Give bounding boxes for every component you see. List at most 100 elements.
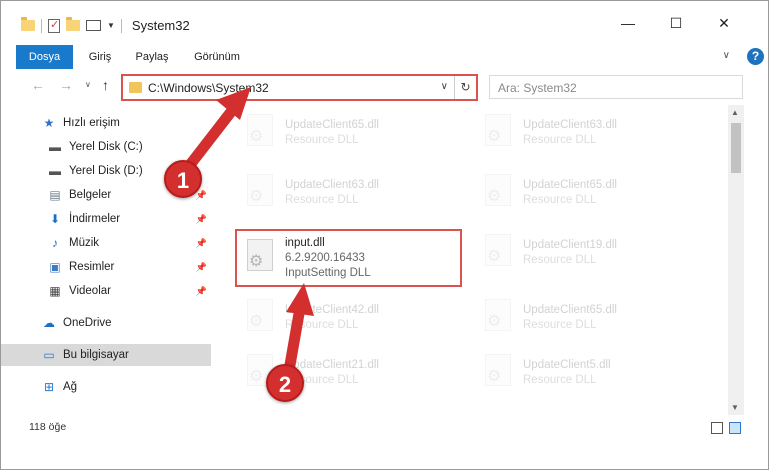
folder-icon[interactable] bbox=[21, 17, 35, 31]
expand-ribbon-chevron-icon[interactable]: ∨ bbox=[723, 50, 730, 61]
address-path[interactable]: C:\Windows\System32 bbox=[148, 81, 269, 95]
help-button[interactable]: ? bbox=[747, 48, 764, 65]
star-icon: ★ bbox=[43, 116, 55, 130]
file-item[interactable]: ⚙ UpdateClient65.dll Resource DLL bbox=[469, 293, 699, 343]
sidebar-item-label: Ağ bbox=[63, 381, 78, 393]
tab-share[interactable]: Paylaş bbox=[129, 45, 175, 69]
sidebar-item-network[interactable]: ⊞ Ağ bbox=[1, 376, 211, 398]
sidebar-item-label: Yerel Disk (D:) bbox=[69, 165, 143, 177]
toolbar-divider bbox=[41, 18, 42, 33]
dll-file-icon: ⚙ bbox=[243, 174, 277, 212]
sidebar-item-label: Belgeler bbox=[69, 189, 112, 201]
dll-file-icon: ⚙ bbox=[481, 354, 515, 392]
address-history-chevron-icon[interactable]: ∨ bbox=[441, 81, 448, 92]
back-arrow-icon[interactable]: ← bbox=[31, 77, 45, 93]
file-item[interactable]: ⚙ UpdateClient19.dll Resource DLL bbox=[469, 228, 699, 278]
tab-view[interactable]: Görünüm bbox=[187, 45, 247, 69]
music-icon: ♪ bbox=[52, 236, 58, 250]
sidebar-item-label: Hızlı erişim bbox=[63, 117, 120, 129]
sidebar-item-label: Yerel Disk (C:) bbox=[69, 141, 143, 153]
file-item[interactable]: ⚙ UpdateClient65.dll Resource DLL bbox=[231, 108, 461, 158]
input-dll-highlight-box bbox=[235, 229, 462, 287]
view-icon[interactable] bbox=[86, 20, 101, 31]
file-description: Resource DLL bbox=[285, 319, 359, 331]
details-view-icon[interactable] bbox=[711, 422, 723, 434]
close-button[interactable]: ✕ bbox=[700, 1, 748, 45]
file-item[interactable]: ⚙ UpdateClient65.dll Resource DLL bbox=[469, 168, 699, 218]
address-bar[interactable]: C:\Windows\System32 ∨ ↻ bbox=[121, 74, 478, 101]
file-name: UpdateClient65.dll bbox=[523, 304, 617, 316]
file-description: Resource DLL bbox=[523, 319, 597, 331]
file-name: UpdateClient5.dll bbox=[523, 359, 611, 371]
folder-icon bbox=[129, 82, 142, 93]
scrollbar-thumb[interactable] bbox=[731, 123, 741, 173]
minimize-button[interactable]: — bbox=[604, 1, 652, 45]
file-explorer-window: ▼ System32 — ☐ ✕ Dosya Giriş Paylaş Görü… bbox=[0, 0, 769, 470]
file-item[interactable]: ⚙ UpdateClient63.dll Resource DLL bbox=[469, 108, 699, 158]
sidebar-item-music[interactable]: ♪ Müzik 📌 bbox=[1, 232, 211, 254]
file-name: UpdateClient65.dll bbox=[523, 179, 617, 191]
vertical-scrollbar[interactable]: ▲ ▼ bbox=[728, 105, 744, 415]
file-name: UpdateClient63.dll bbox=[523, 119, 617, 131]
file-item[interactable]: ⚙ UpdateClient5.dll Resource DLL bbox=[469, 348, 699, 398]
properties-icon[interactable] bbox=[48, 18, 60, 33]
drive-icon: ▬ bbox=[49, 140, 61, 154]
refresh-icon[interactable]: ↻ bbox=[454, 76, 476, 99]
file-item[interactable]: ⚙ UpdateClient21.dll Resource DLL bbox=[231, 348, 461, 398]
sidebar-item-label: Müzik bbox=[69, 237, 100, 249]
sidebar-item-label: Bu bilgisayar bbox=[63, 349, 129, 361]
large-icons-view-icon[interactable] bbox=[729, 422, 741, 434]
file-description: Resource DLL bbox=[285, 194, 359, 206]
drive-icon: ▬ bbox=[49, 164, 61, 178]
navigation-bar: ← → ∨ ↑ C:\Windows\System32 ∨ ↻ Ara: Sys… bbox=[1, 69, 768, 105]
network-icon: ⊞ bbox=[43, 380, 55, 394]
quick-access-toolbar: ▼ System32 bbox=[21, 17, 190, 33]
videos-icon: ▦ bbox=[49, 284, 61, 298]
file-name: UpdateClient19.dll bbox=[523, 239, 617, 251]
maximize-button[interactable]: ☐ bbox=[652, 1, 700, 45]
scroll-up-icon[interactable]: ▲ bbox=[731, 108, 739, 117]
file-description: Resource DLL bbox=[523, 194, 597, 206]
file-item[interactable]: ⚙ UpdateClient63.dll Resource DLL bbox=[231, 168, 461, 218]
dll-file-icon: ⚙ bbox=[243, 114, 277, 152]
pin-icon[interactable]: 📌 bbox=[196, 214, 207, 225]
dll-file-icon: ⚙ bbox=[243, 299, 277, 337]
search-input[interactable]: Ara: System32 bbox=[489, 75, 743, 99]
sidebar-item-pictures[interactable]: ▣ Resimler 📌 bbox=[1, 256, 211, 278]
search-placeholder: Ara: System32 bbox=[498, 81, 577, 95]
file-description: Resource DLL bbox=[523, 254, 597, 266]
sidebar-item-quick-access[interactable]: ★ Hızlı erişim bbox=[1, 112, 211, 134]
file-description: Resource DLL bbox=[523, 374, 597, 386]
ribbon-tabs: Dosya Giriş Paylaş Görünüm ∨ ? bbox=[1, 45, 768, 69]
dll-file-icon: ⚙ bbox=[481, 114, 515, 152]
dll-file-icon: ⚙ bbox=[481, 299, 515, 337]
pin-icon[interactable]: 📌 bbox=[196, 238, 207, 249]
file-name: UpdateClient63.dll bbox=[285, 179, 379, 191]
window-bottom bbox=[1, 441, 768, 469]
sidebar-item-videos[interactable]: ▦ Videolar 📌 bbox=[1, 280, 211, 302]
title-divider bbox=[120, 18, 122, 33]
sidebar-item-downloads[interactable]: ⬇ İndirmeler 📌 bbox=[1, 208, 211, 230]
recent-locations-chevron-icon[interactable]: ∨ bbox=[85, 80, 91, 89]
new-folder-icon[interactable] bbox=[66, 17, 80, 31]
file-description: Resource DLL bbox=[285, 134, 359, 146]
tab-file[interactable]: Dosya bbox=[16, 45, 73, 69]
sidebar-item-local-disk-c[interactable]: ▬ Yerel Disk (C:) bbox=[1, 136, 211, 158]
pictures-icon: ▣ bbox=[49, 260, 61, 274]
up-arrow-icon[interactable]: ↑ bbox=[102, 77, 109, 93]
sidebar-item-label: Videolar bbox=[69, 285, 111, 297]
tab-home[interactable]: Giriş bbox=[81, 45, 119, 69]
file-name: UpdateClient42.dll bbox=[285, 304, 379, 316]
scroll-down-icon[interactable]: ▼ bbox=[731, 403, 739, 412]
forward-arrow-icon[interactable]: → bbox=[59, 77, 73, 93]
step-1-badge: 1 bbox=[164, 160, 202, 198]
dll-file-icon: ⚙ bbox=[481, 234, 515, 272]
pin-icon[interactable]: 📌 bbox=[196, 262, 207, 273]
sidebar-item-onedrive[interactable]: ☁ OneDrive bbox=[1, 312, 211, 334]
download-icon: ⬇ bbox=[49, 212, 61, 226]
sidebar-item-this-pc[interactable]: ▭ Bu bilgisayar bbox=[1, 344, 211, 366]
customize-toolbar-chevron-icon[interactable]: ▼ bbox=[107, 21, 115, 30]
pin-icon[interactable]: 📌 bbox=[196, 286, 207, 297]
title-bar: ▼ System32 — ☐ ✕ bbox=[1, 1, 768, 45]
file-item[interactable]: ⚙ UpdateClient42.dll Resource DLL bbox=[231, 293, 461, 343]
